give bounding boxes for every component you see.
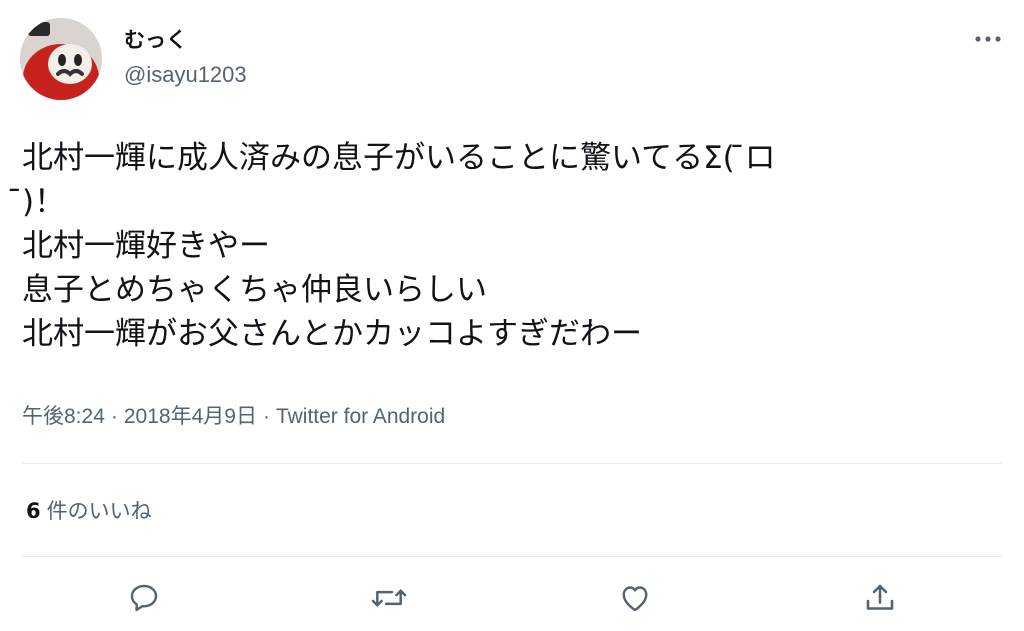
tweet-card: むっく @isayu1203 北村一輝に成人済みの息子がいることに驚いてるΣ( … xyxy=(0,0,1024,631)
reply-icon xyxy=(130,584,158,612)
tweet-line: 息子とめちゃくちゃ仲良いらしい xyxy=(22,272,487,308)
likes-label: 件のいいね xyxy=(46,499,152,523)
daruma-avatar-icon xyxy=(20,18,102,100)
tweet-line: 北村一輝に成人済みの息子がいることに驚いてるΣ( ̄ロ xyxy=(22,140,776,176)
tweet-line: 北村一輝好きやー xyxy=(22,228,270,264)
likes-summary[interactable]: 6 件のいいね xyxy=(26,497,152,525)
avatar[interactable] xyxy=(20,18,102,100)
tweet-text: 北村一輝に成人済みの息子がいることに驚いてるΣ( ̄ロ ̄)！ 北村一輝好きやー… xyxy=(22,136,1007,356)
like-button[interactable] xyxy=(615,578,655,618)
tweet-date[interactable]: 2018年4月9日 xyxy=(124,405,257,428)
tweet-line: ̄)！ xyxy=(22,184,66,220)
heart-icon xyxy=(622,586,648,612)
user-handle[interactable]: @isayu1203 xyxy=(124,61,247,89)
divider xyxy=(22,463,1002,464)
tweet-source[interactable]: Twitter for Android xyxy=(276,405,445,428)
separator: · xyxy=(110,405,118,428)
retweet-icon xyxy=(371,589,407,607)
more-icon xyxy=(975,36,1001,42)
display-name[interactable]: むっく xyxy=(124,26,187,54)
separator: · xyxy=(262,405,270,428)
more-button[interactable] xyxy=(968,26,1008,52)
reply-button[interactable] xyxy=(124,578,164,618)
retweet-button[interactable] xyxy=(369,578,409,618)
likes-count: 6 xyxy=(26,499,41,523)
share-icon xyxy=(866,584,894,610)
tweet-line: 北村一輝がお父さんとかカッコよすぎだわー xyxy=(22,316,642,352)
tweet-metadata: 午後8:24 · 2018年4月9日 · Twitter for Android xyxy=(22,403,445,431)
share-button[interactable] xyxy=(860,578,900,618)
tweet-time[interactable]: 午後8:24 xyxy=(22,405,105,428)
divider xyxy=(22,556,1002,557)
